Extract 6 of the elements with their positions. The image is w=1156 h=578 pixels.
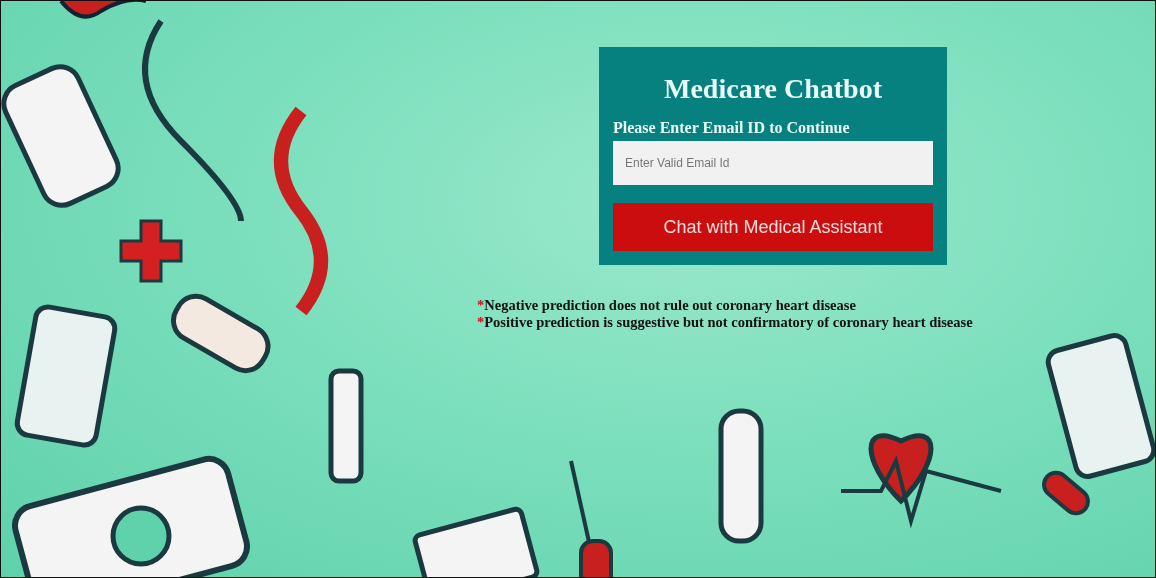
chat-button[interactable]: Chat with Medical Assistant [613,203,933,251]
app-title: Medicare Chatbot [663,73,883,105]
disclaimer-note: *Negative prediction does not rule out coronary heart disease [477,297,857,314]
disclaimer-note: *Positive prediction is suggestive but not confirmatory of coronary heart disease [477,314,974,331]
email-prompt: Please Enter Email ID to Continue [613,119,851,137]
email-input-field[interactable]: Enter Valid Email Id [613,141,933,185]
